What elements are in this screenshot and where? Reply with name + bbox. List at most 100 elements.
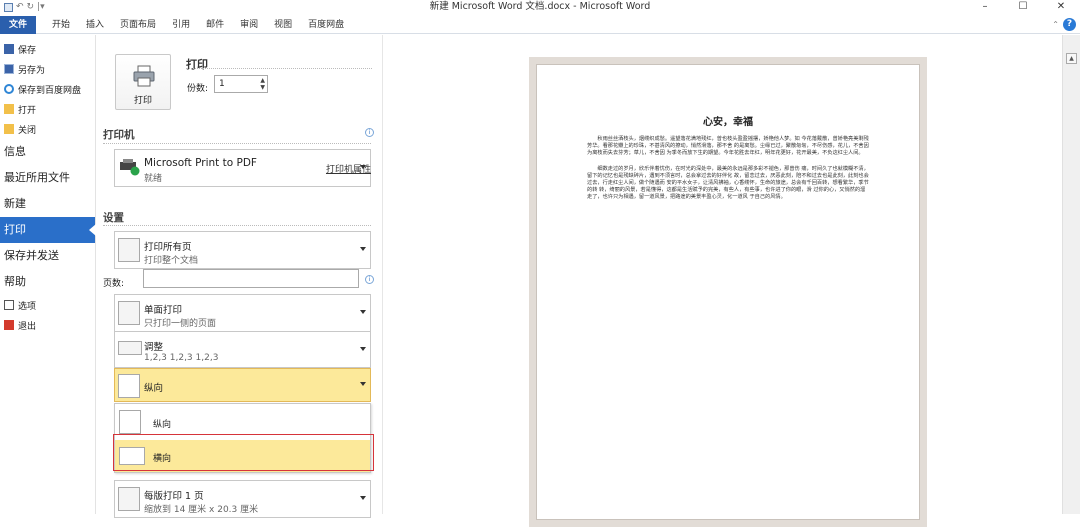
maximize-button[interactable]: ☐: [1004, 0, 1042, 14]
printer-ready-icon: [120, 159, 140, 176]
document-paragraph: 秋雨丝丝洒枝头，烟缕织成愁。遥望落花满地残红，曾也枝头盈盈摇摆，娇艳他人梦。如 …: [587, 136, 869, 157]
divider: [186, 68, 372, 69]
chevron-down-icon: [360, 310, 366, 314]
portrait-icon: [119, 410, 141, 434]
page-preview-frame: 心安，幸福 秋雨丝丝洒枝头，烟缕织成愁。遥望落花满地残红，曾也枝头盈盈摇摆，娇艳…: [529, 57, 927, 527]
nav-open-label: 打开: [18, 105, 37, 116]
portrait-label: 纵向: [153, 420, 172, 430]
print-range-sub: 打印整个文档: [144, 256, 199, 266]
chevron-down-icon: [360, 382, 366, 386]
save-icon: [4, 44, 14, 54]
print-settings-panel: 打印 打印 份数: 1 ▲ ▼ 打印机 i Microsoft Print to …: [97, 35, 383, 518]
chevron-down-icon: [360, 247, 366, 251]
page-preview: 心安，幸福 秋雨丝丝洒枝头，烟缕织成愁。遥望落花满地残红，曾也枝头盈盈摇摆，娇艳…: [536, 64, 920, 520]
pages-per-sheet-dropdown[interactable]: 每版打印 1 页 缩放到 14 厘米 x 20.3 厘米: [114, 480, 371, 518]
preview-scrollbar[interactable]: ▲: [1062, 35, 1080, 514]
printer-properties-link[interactable]: 打印机属性: [326, 162, 371, 175]
collate-dropdown[interactable]: 调整 1,2,3 1,2,3 1,2,3: [114, 331, 371, 368]
nav-help[interactable]: 帮助: [0, 269, 95, 295]
nav-save-label: 保存: [18, 45, 37, 56]
tab-file[interactable]: 文件: [0, 15, 37, 34]
copies-label: 份数:: [187, 84, 209, 94]
collate-sub: 1,2,3 1,2,3 1,2,3: [144, 353, 219, 363]
nav-open[interactable]: 打开: [0, 99, 95, 119]
tab-view[interactable]: 视图: [266, 16, 300, 34]
divider: [103, 143, 371, 144]
window-title: 新建 Microsoft Word 文档.docx - Microsoft Wo…: [429, 1, 651, 12]
print-button-label: 打印: [133, 96, 152, 106]
printer-heading: 打印机: [103, 129, 135, 141]
settings-heading: 设置: [103, 212, 124, 224]
options-icon: [4, 300, 14, 310]
cloud-icon: [4, 84, 14, 94]
print-preview: 心安，幸福 秋雨丝丝洒枝头，烟缕织成愁。遥望落花满地残红，曾也枝头盈盈摇摆，娇艳…: [384, 35, 1062, 527]
sides-dropdown[interactable]: 单面打印 只打印一侧的页面: [114, 294, 371, 332]
nav-save-as[interactable]: 另存为: [0, 59, 95, 79]
window-controls: – ☐ ✕: [966, 0, 1080, 14]
pages-per-sheet-sub: 缩放到 14 厘米 x 20.3 厘米: [144, 505, 259, 515]
tab-review[interactable]: 审阅: [232, 16, 266, 34]
tab-baidu-netdisk[interactable]: 百度网盘: [300, 16, 352, 34]
print-range-title: 打印所有页: [144, 242, 192, 253]
pages-input[interactable]: [143, 269, 359, 288]
orientation-value: 纵向: [144, 383, 164, 394]
pages-label: 页数:: [103, 279, 125, 289]
one-sided-icon: [118, 301, 140, 325]
printer-name: Microsoft Print to PDF: [144, 157, 257, 169]
save-as-icon: [4, 64, 14, 74]
ribbon-tabs: 文件 开始 插入 页面布局 引用 邮件 审阅 视图 百度网盘 ⌃ ?: [0, 15, 1080, 34]
nav-save-and-send[interactable]: 保存并发送: [0, 243, 95, 269]
scroll-up-icon[interactable]: ▲: [1066, 53, 1077, 64]
nav-new[interactable]: 新建: [0, 191, 95, 217]
nav-print[interactable]: 打印: [0, 217, 96, 243]
nav-close-label: 关闭: [18, 125, 37, 136]
printer-status: 就绪: [144, 174, 163, 184]
nav-info[interactable]: 信息: [0, 139, 95, 165]
copies-input[interactable]: 1 ▲ ▼: [214, 75, 268, 93]
nav-options-label: 选项: [18, 301, 37, 312]
print-button[interactable]: 打印: [115, 54, 171, 110]
pages-per-sheet-title: 每版打印 1 页: [144, 491, 204, 502]
collapse-ribbon-icon[interactable]: ⌃: [1052, 20, 1059, 29]
nav-save[interactable]: 保存: [0, 39, 95, 59]
nav-exit[interactable]: 退出: [0, 315, 95, 335]
title-bar: ↶ ↻ |▾ 新建 Microsoft Word 文档.docx - Micro…: [0, 0, 1080, 14]
collate-icon: [118, 341, 142, 355]
pages-per-sheet-icon: [118, 487, 140, 511]
nav-exit-label: 退出: [18, 321, 37, 332]
minimize-button[interactable]: –: [966, 0, 1004, 14]
nav-recent[interactable]: 最近所用文件: [0, 165, 95, 191]
nav-save-to-baidu-label: 保存到百度网盘: [18, 85, 82, 96]
printer-info-icon[interactable]: i: [365, 128, 374, 137]
printer-icon: [133, 65, 155, 87]
tab-home[interactable]: 开始: [44, 16, 78, 34]
tab-references[interactable]: 引用: [164, 16, 198, 34]
nav-save-as-label: 另存为: [18, 65, 46, 76]
tab-insert[interactable]: 插入: [78, 16, 112, 34]
tab-page-layout[interactable]: 页面布局: [112, 16, 164, 34]
exit-icon: [4, 320, 14, 330]
sides-sub: 只打印一侧的页面: [144, 319, 217, 329]
folder-open-icon: [4, 104, 14, 114]
print-range-dropdown[interactable]: 打印所有页 打印整个文档: [114, 231, 371, 269]
pages-info-icon[interactable]: i: [365, 275, 374, 284]
close-button[interactable]: ✕: [1042, 0, 1080, 14]
highlight-box: [113, 434, 374, 471]
orientation-dropdown[interactable]: 纵向: [114, 368, 371, 402]
nav-close[interactable]: 关闭: [0, 119, 95, 139]
document-heading: 心安，幸福: [703, 117, 753, 128]
folder-close-icon: [4, 124, 14, 134]
pages-icon: [118, 238, 140, 262]
help-icon[interactable]: ?: [1063, 18, 1076, 31]
print-heading: 打印: [186, 58, 208, 71]
document-paragraph: 细数走过的岁月，欣乐伴着忧伤，在时光的深处中，最美的永远是那多彩不褪色，那曾伤 …: [587, 165, 869, 201]
copies-spinner-icon[interactable]: ▲ ▼: [260, 77, 265, 91]
portrait-icon: [118, 374, 140, 398]
backstage-nav: 保存 另存为 保存到百度网盘 打开 关闭 信息 最近所用文件 新建 打印 保存并…: [0, 35, 96, 514]
chevron-down-icon: [360, 346, 366, 351]
nav-options[interactable]: 选项: [0, 295, 95, 315]
sides-title: 单面打印: [144, 305, 183, 316]
tab-mailings[interactable]: 邮件: [198, 16, 232, 34]
nav-save-to-baidu[interactable]: 保存到百度网盘: [0, 79, 95, 99]
copies-value: 1: [219, 79, 225, 89]
